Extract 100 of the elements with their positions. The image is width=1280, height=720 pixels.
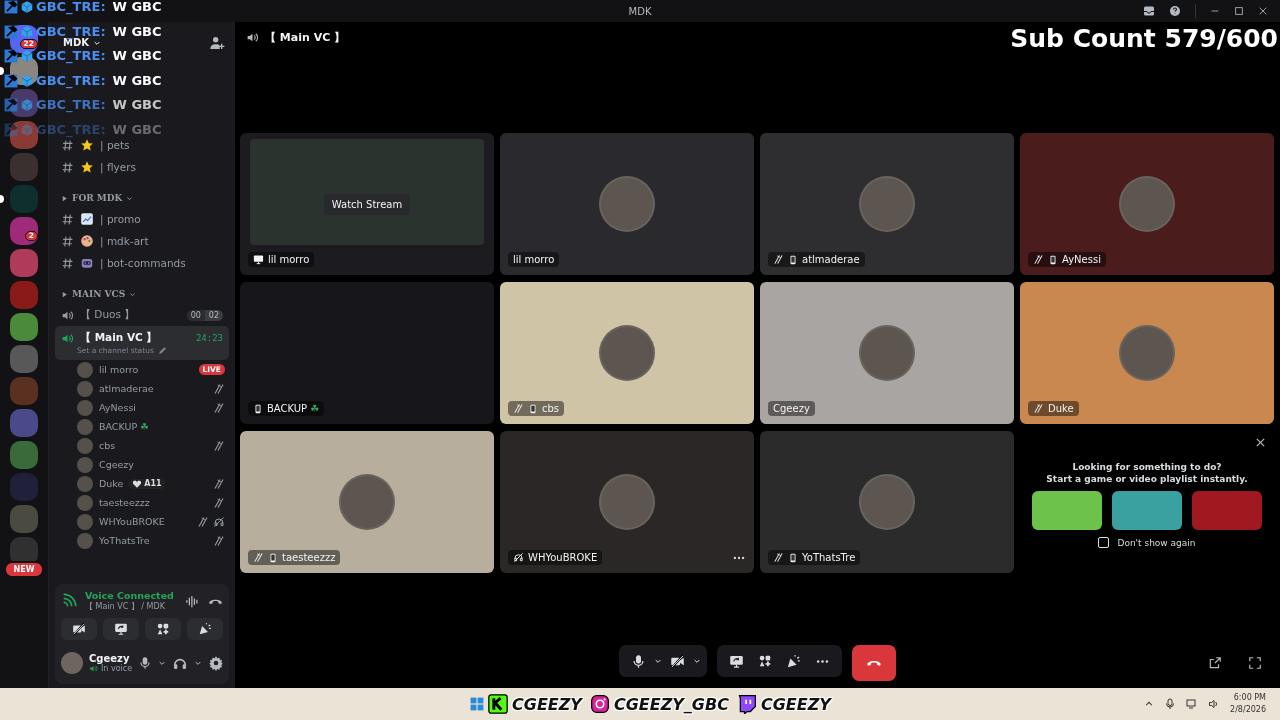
server-name[interactable]: MDK (63, 38, 89, 48)
voice-member[interactable]: cbs (55, 436, 229, 455)
voice-member[interactable]: Cgeezy (55, 455, 229, 474)
participant-tile[interactable]: atlmaderae (760, 133, 1014, 275)
windows-start-icon[interactable] (470, 697, 484, 711)
activities-button[interactable] (145, 618, 181, 640)
server-icon[interactable] (10, 441, 38, 469)
text-channel[interactable]: | mdk-art (55, 230, 229, 252)
participant-tile[interactable]: Watch Stream lil morro (240, 133, 494, 275)
social-handle: CGEEZY (512, 694, 582, 714)
waveform-icon[interactable] (185, 593, 200, 609)
server-icon[interactable] (10, 121, 38, 149)
cube-icon (20, 49, 34, 63)
clock-time[interactable]: 6:00 PM (1230, 692, 1266, 704)
chevron-up-icon[interactable] (1144, 699, 1155, 709)
user-avatar[interactable] (61, 652, 83, 674)
voice-member[interactable]: Duke A11 (55, 474, 229, 493)
call-duration: 24:23 (195, 333, 223, 343)
category-header[interactable]: FOR MDK (72, 193, 123, 203)
dont-show-checkbox[interactable]: Don't show again (1092, 536, 1202, 550)
chat-message: W GBC (112, 0, 162, 14)
server-icon[interactable] (10, 313, 38, 341)
hash-icon (61, 234, 74, 248)
fullscreen-icon (1248, 656, 1262, 670)
palette-icon (80, 234, 94, 248)
avatar-icon (859, 176, 915, 232)
avatar-icon (859, 474, 915, 530)
pencil-icon (157, 346, 167, 355)
avatar-icon (77, 456, 93, 473)
user-status: In voice (101, 664, 133, 673)
participant-tile[interactable]: YoThatsTre (760, 431, 1014, 573)
network-icon[interactable] (1186, 698, 1199, 710)
participant-tile[interactable]: cbs (500, 282, 754, 424)
participant-tile[interactable]: Cgeezy (760, 282, 1014, 424)
voice-member[interactable]: taesteezzz (55, 493, 229, 512)
chat-message: W GBC (112, 49, 162, 63)
chevron-down-icon (158, 659, 167, 667)
mic-muted-icon (773, 254, 784, 265)
avatar-icon (339, 474, 395, 530)
camera-button[interactable] (61, 618, 97, 640)
chevron-down-icon (93, 39, 101, 47)
close-icon (1255, 437, 1266, 448)
help-icon[interactable] (1169, 5, 1181, 17)
chevron-down-icon (194, 659, 203, 667)
participant-label: YoThatsTre (768, 550, 861, 565)
server-icon[interactable] (10, 249, 38, 277)
mic-muted-icon (1033, 254, 1044, 265)
clock-date[interactable]: 2/8/2026 (1230, 704, 1266, 716)
chat-message: W GBC (112, 98, 162, 112)
headset-muted-icon (513, 552, 524, 563)
microphone-icon[interactable] (138, 656, 153, 670)
participant-label: cbs (508, 401, 565, 416)
participant-tile[interactable]: Duke (1020, 282, 1274, 424)
soundboard-icon (198, 622, 212, 636)
cube-icon (20, 73, 34, 88)
maximize-icon[interactable] (1234, 6, 1244, 16)
avatar-icon (77, 380, 93, 397)
headset-muted-icon (213, 515, 225, 528)
soundboard-button[interactable] (187, 618, 223, 640)
watch-stream-button[interactable]: Watch Stream (323, 193, 411, 215)
voice-location[interactable]: 【 Main VC 】 / MDK (85, 601, 177, 612)
chat-username: GBC_TRE: (36, 73, 106, 88)
game-thumbnail[interactable] (1032, 491, 1102, 531)
avatar-icon (599, 474, 655, 530)
category-header[interactable]: MAIN VCS (72, 289, 126, 299)
participant-tile[interactable]: taesteezzz (240, 431, 494, 573)
avatar-icon (1119, 325, 1175, 381)
participant-label: Cgeezy (768, 401, 815, 416)
voice-member[interactable]: atlmaderae (55, 379, 229, 398)
game-thumbnail[interactable] (1192, 491, 1262, 531)
disconnect-button[interactable] (851, 645, 896, 681)
add-user-icon[interactable] (209, 35, 225, 51)
text-channel[interactable]: | promo (55, 208, 229, 230)
voice-member[interactable]: YoThatsTre (55, 531, 229, 550)
settings-icon[interactable] (208, 655, 225, 671)
cube-icon (20, 122, 34, 137)
hash-icon (61, 256, 74, 270)
participant-tile[interactable]: lil morro (500, 133, 754, 275)
text-channel[interactable]: | pets (55, 134, 229, 156)
collapse-arrow-icon (61, 194, 68, 202)
voice-channel[interactable]: 【 Duos 】 00 02 (55, 304, 229, 326)
avatar-icon (77, 532, 93, 549)
text-channel[interactable]: | bot-commands (55, 252, 229, 274)
voice-member[interactable]: WHYouBROKE (55, 512, 229, 531)
chevron-down-icon (692, 657, 701, 665)
participant-label: atlmaderae (768, 252, 865, 267)
voice-member[interactable]: AyNessi (55, 398, 229, 417)
voice-member[interactable]: BACKUP ☘ (55, 417, 229, 436)
participant-tile[interactable]: BACKUP ☘ (240, 282, 494, 424)
mobile-phone-icon (528, 403, 538, 414)
close-icon[interactable] (1258, 6, 1268, 16)
microphone-icon[interactable] (1164, 698, 1177, 710)
prompt-title: Looking for something to do? (1071, 460, 1223, 473)
avatar-icon (77, 418, 93, 435)
participant-tile[interactable]: AyNessi (1020, 133, 1274, 275)
game-thumbnail[interactable] (1112, 491, 1182, 531)
screen-share-icon (728, 653, 744, 669)
text-channel[interactable]: | flyers (55, 156, 229, 178)
inbox-icon[interactable] (1143, 5, 1155, 17)
screen-share-button[interactable] (103, 618, 139, 640)
